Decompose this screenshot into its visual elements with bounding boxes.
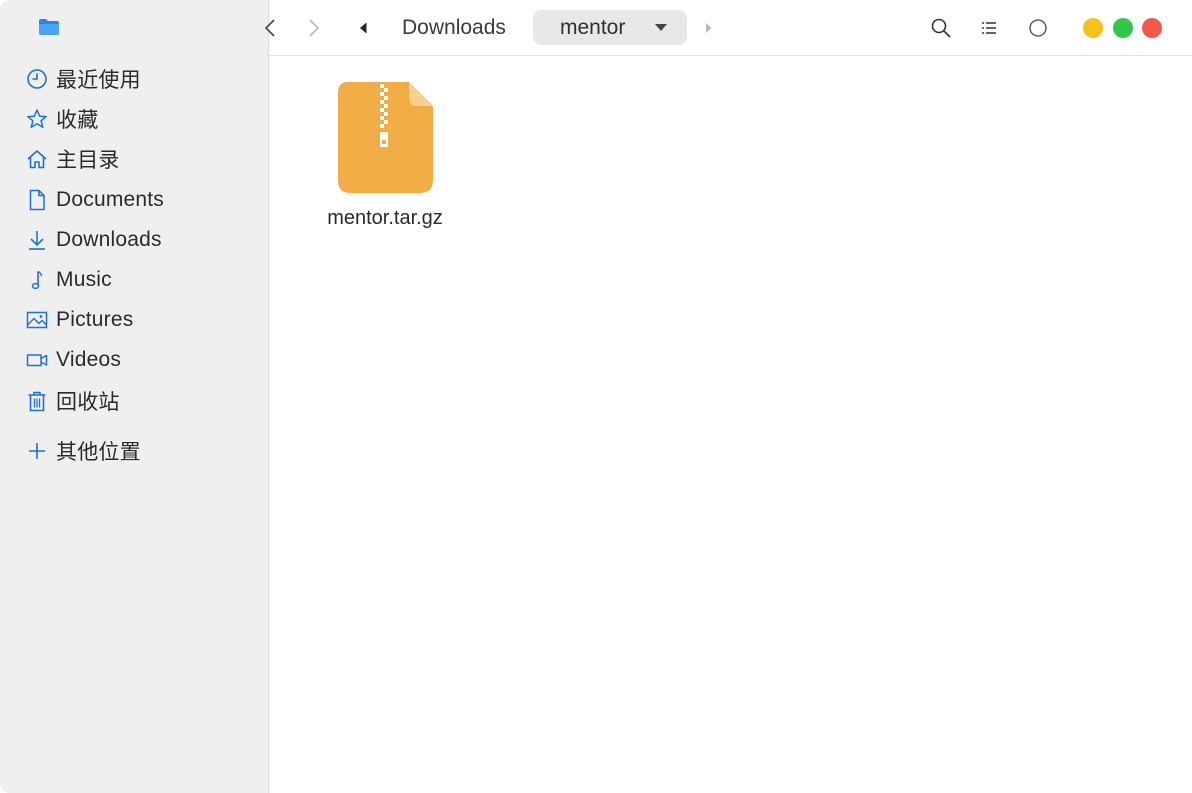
file-manager-window: 最近使用 收藏 主目录 Documents Downloads Music Pi… — [0, 0, 1192, 793]
file-view: mentor.tar.gz — [270, 57, 1192, 793]
forward-button[interactable] — [299, 14, 327, 42]
sidebar-list: 最近使用 收藏 主目录 Documents Downloads Music Pi… — [0, 59, 269, 471]
minimize-button[interactable] — [1083, 18, 1103, 38]
sidebar-item-label: 收藏 — [56, 109, 99, 133]
breadcrumb-scroll-left-button[interactable] — [349, 14, 377, 42]
breadcrumb-scroll-right-button[interactable] — [694, 14, 722, 42]
maximize-button[interactable] — [1113, 18, 1133, 38]
clock-icon — [25, 67, 49, 91]
sidebar-item-other-places[interactable]: 其他位置 — [0, 431, 269, 471]
plus-icon — [25, 439, 49, 463]
sidebar-item-home[interactable]: 主目录 — [0, 139, 269, 179]
search-button[interactable] — [927, 14, 955, 42]
sidebar-item-pictures[interactable]: Pictures — [0, 300, 269, 340]
download-icon — [25, 228, 49, 252]
star-icon — [25, 107, 49, 131]
search-icon — [931, 18, 951, 38]
picture-icon — [25, 308, 49, 332]
close-button[interactable] — [1142, 18, 1162, 38]
sidebar-item-label: 主目录 — [56, 149, 120, 173]
view-mode-button[interactable] — [975, 14, 1003, 42]
breadcrumb-current-label: mentor — [560, 15, 626, 39]
sidebar-item-documents[interactable]: Documents — [0, 180, 269, 220]
sidebar-item-music[interactable]: Music — [0, 260, 269, 300]
music-note-icon — [25, 268, 49, 292]
back-button[interactable] — [257, 14, 285, 42]
sidebar-item-videos[interactable]: Videos — [0, 340, 269, 380]
sidebar-item-downloads[interactable]: Downloads — [0, 220, 269, 260]
list-view-icon — [982, 22, 996, 34]
chevron-down-icon — [655, 24, 667, 31]
menu-button[interactable] — [1024, 14, 1052, 42]
sidebar-item-label: Music — [56, 268, 112, 292]
trash-icon — [25, 389, 49, 413]
breadcrumb-current-folder[interactable]: mentor — [533, 10, 687, 45]
sidebar-item-trash[interactable]: 回收站 — [0, 381, 269, 421]
breadcrumb-downloads[interactable]: Downloads — [402, 13, 506, 43]
sidebar-item-favorites[interactable]: 收藏 — [0, 99, 269, 139]
sidebar-item-label: Downloads — [56, 227, 162, 251]
breadcrumb-right-icon — [706, 23, 712, 33]
back-icon — [264, 19, 275, 37]
sidebar-item-label: Pictures — [56, 308, 134, 332]
home-icon — [25, 147, 49, 171]
sidebar-item-label: 最近使用 — [56, 69, 141, 93]
breadcrumb-left-icon — [360, 22, 367, 34]
sidebar-item-label: 回收站 — [56, 390, 120, 414]
file-item[interactable]: mentor.tar.gz — [314, 77, 456, 230]
circle-icon — [1029, 19, 1047, 37]
forward-icon — [309, 19, 320, 37]
sidebar-header — [0, 0, 268, 56]
folder-icon — [39, 19, 59, 35]
sidebar-item-recent[interactable]: 最近使用 — [0, 59, 269, 99]
sidebar-item-label: Documents — [56, 187, 165, 211]
file-name: mentor.tar.gz — [327, 207, 443, 229]
sidebar-item-label: Videos — [56, 348, 122, 372]
document-icon — [25, 188, 49, 212]
toolbar: Downloads mentor — [264, 0, 1192, 56]
sidebar: 最近使用 收藏 主目录 Documents Downloads Music Pi… — [0, 0, 269, 793]
video-icon — [25, 348, 49, 372]
sidebar-item-label: 其他位置 — [56, 440, 141, 464]
archive-icon — [335, 77, 435, 195]
